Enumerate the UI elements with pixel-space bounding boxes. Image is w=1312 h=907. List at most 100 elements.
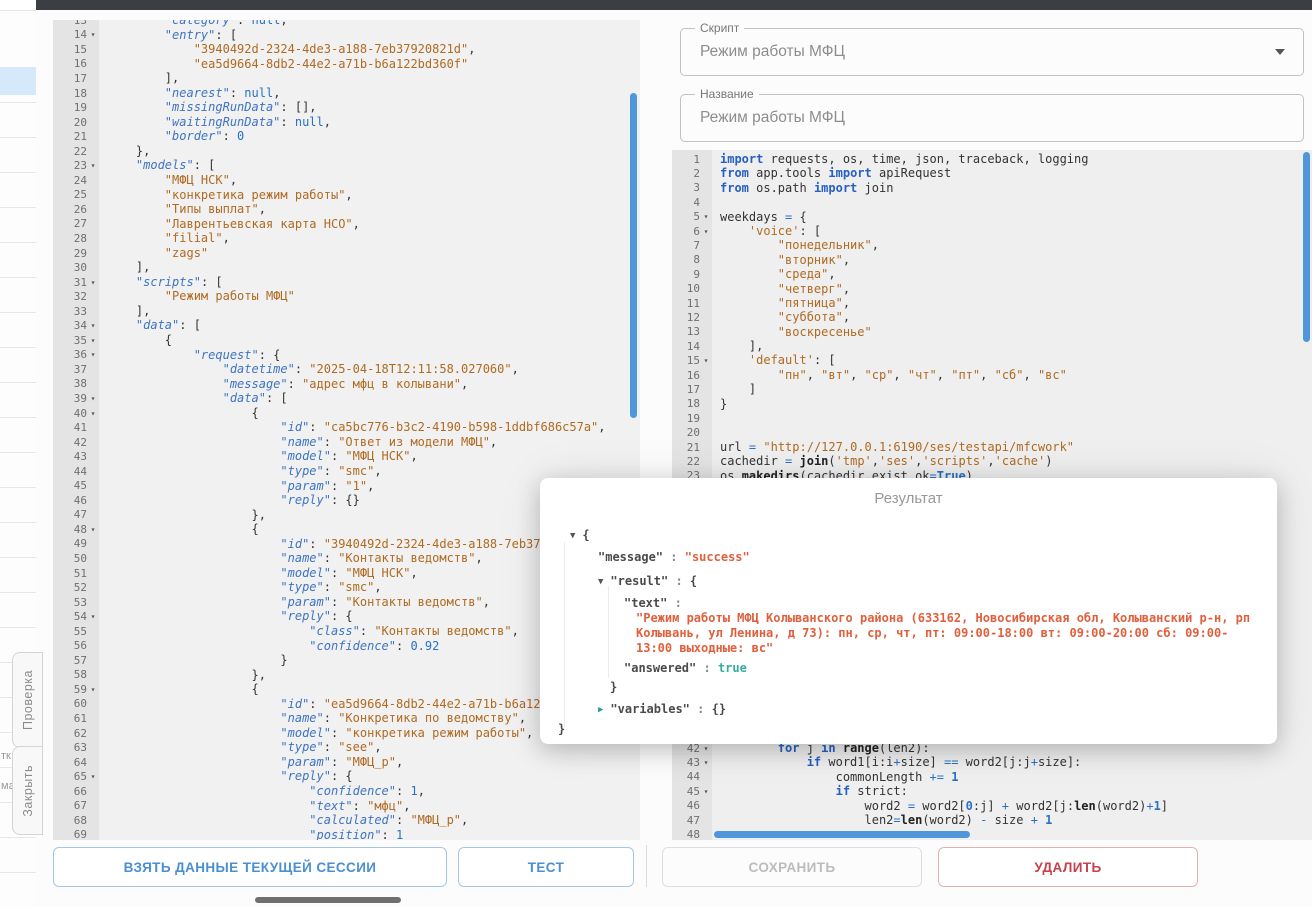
code-line: 19 "missingRunData": [], <box>53 100 640 115</box>
fold-toggle-icon[interactable]: ▾ <box>87 321 99 330</box>
fold-toggle-icon[interactable]: ▾ <box>87 350 99 359</box>
line-number: 21 <box>53 129 99 144</box>
save-button[interactable]: СОХРАНИТЬ <box>662 847 922 887</box>
tree-toggle-icon[interactable]: ▶ <box>598 705 603 715</box>
code-line: 13 "category": null, <box>53 20 640 28</box>
script-select[interactable]: Скрипт Режим работы МФЦ <box>680 28 1304 76</box>
script-name-input[interactable] <box>681 95 1303 141</box>
line-number: 47 <box>53 508 99 523</box>
code-text: "models": [ <box>99 158 215 173</box>
code-text: "ea5d9664-8db2-44e2-a71b-b6a122bd360f" <box>99 57 468 72</box>
tab-proverka-label: Проверка <box>21 670 35 730</box>
fold-toggle-icon[interactable]: ▾ <box>87 278 99 287</box>
fold-toggle-icon[interactable]: ▾ <box>87 409 99 418</box>
code-text: "name": "Ответ из модели МФЦ", <box>99 435 497 450</box>
code-line: 6▾ 'voice': [ <box>672 224 1312 238</box>
code-line: 69 "position": 1 <box>53 828 640 840</box>
code-line: 16 "ea5d9664-8db2-44e2-a71b-b6a122bd360f… <box>53 57 640 72</box>
code-line: 9 "среда", <box>672 267 1312 281</box>
line-number: 49 <box>53 537 99 552</box>
script-name-field: Название <box>680 94 1304 142</box>
code-text: from os.path import join <box>712 181 893 195</box>
line-number: 13 <box>672 325 712 339</box>
line-number: 22 <box>672 454 712 468</box>
code-text: "понедельник", <box>712 238 879 252</box>
code-text: } <box>99 653 288 668</box>
code-line: 44 "type": "smc", <box>53 464 640 479</box>
tab-proverka[interactable]: Проверка <box>12 652 43 748</box>
code-editor-horizontal-scrollbar[interactable] <box>714 831 970 838</box>
fold-toggle-icon[interactable]: ▾ <box>700 744 712 753</box>
app-window: тк ма Проверка Закрыть 13 "category": nu… <box>0 0 1312 907</box>
test-button[interactable]: ТЕСТ <box>458 847 634 887</box>
page-horizontal-scrollbar[interactable] <box>255 897 401 903</box>
code-line: 35▾ { <box>53 333 640 348</box>
background-text-fragment: тк <box>1 750 11 762</box>
line-number: 62 <box>53 726 99 741</box>
fold-toggle-icon[interactable]: ▾ <box>700 356 712 365</box>
fold-toggle-icon[interactable]: ▾ <box>87 394 99 403</box>
code-line: 1import requests, os, time, json, traceb… <box>672 152 1312 166</box>
tree-toggle-icon[interactable]: ▼ <box>598 577 603 587</box>
fold-toggle-icon[interactable]: ▾ <box>87 685 99 694</box>
code-text: "confidence": 1, <box>99 784 425 799</box>
fold-toggle-icon[interactable]: ▾ <box>87 772 99 781</box>
tree-line: ▶"variables" : {} <box>598 702 726 716</box>
take-session-data-button[interactable]: ВЗЯТЬ ДАННЫЕ ТЕКУЩЕЙ СЕССИИ <box>53 847 447 887</box>
code-line: 29 "zags" <box>53 246 640 261</box>
code-text: ], <box>712 339 763 353</box>
code-line: 46 word2 = word2[0:j] + word2[j:len(word… <box>672 799 1312 813</box>
fold-toggle-icon[interactable]: ▾ <box>700 227 712 236</box>
code-text: 'voice': [ <box>712 224 821 238</box>
tree-indent-guide <box>608 586 609 678</box>
line-number: 63 <box>53 740 99 755</box>
code-text: "data": [ <box>99 318 201 333</box>
line-number: 8 <box>672 253 712 267</box>
line-number: 37 <box>53 362 99 377</box>
fold-toggle-icon[interactable]: ▾ <box>87 161 99 170</box>
line-number: 65▾ <box>53 769 99 784</box>
delete-button[interactable]: УДАЛИТЬ <box>938 847 1198 887</box>
code-text: if word1[i:i+size] == word2[j:j+size]: <box>712 755 1081 769</box>
json-editor-vertical-scrollbar[interactable] <box>630 93 637 418</box>
code-text: { <box>99 333 172 348</box>
fold-toggle-icon[interactable]: ▾ <box>700 787 712 796</box>
line-number: 3 <box>672 181 712 195</box>
code-line: 10 "четверг", <box>672 282 1312 296</box>
code-text: "reply": {} <box>99 493 360 508</box>
line-number: 20 <box>53 115 99 130</box>
code-text: "воскресенье" <box>712 325 872 339</box>
code-text: "суббота", <box>712 310 850 324</box>
code-text: "missingRunData": [], <box>99 100 317 115</box>
code-line: 44 commonLength += 1 <box>672 770 1312 784</box>
code-text: { <box>99 682 259 697</box>
fold-toggle-icon[interactable]: ▾ <box>87 336 99 345</box>
code-text: "datetime": "2025-04-18T12:11:58.027060"… <box>99 362 519 377</box>
line-number: 28 <box>53 231 99 246</box>
code-text: len2=len(word2) - size + 1 <box>712 813 1052 827</box>
fold-toggle-icon[interactable]: ▾ <box>87 30 99 39</box>
line-number: 44 <box>672 770 712 784</box>
code-line: 13 "воскресенье" <box>672 325 1312 339</box>
fold-toggle-icon[interactable]: ▾ <box>87 612 99 621</box>
line-number: 1 <box>672 152 712 166</box>
fold-toggle-icon[interactable]: ▾ <box>87 525 99 534</box>
code-text: "zags" <box>99 246 208 261</box>
code-text: "data": [ <box>99 391 288 406</box>
result-popup-title: Результат <box>540 490 1277 507</box>
tab-zakryt[interactable]: Закрыть <box>12 746 43 835</box>
code-text <box>712 195 720 209</box>
code-line: 3from os.path import join <box>672 181 1312 195</box>
code-line: 39▾ "data": [ <box>53 391 640 406</box>
tree-line: "text" : <box>624 596 682 610</box>
code-text: "пн", "вт", "ср", "чт", "пт", "сб", "вс" <box>712 368 1067 382</box>
chevron-down-icon[interactable] <box>1275 49 1285 55</box>
tree-toggle-icon[interactable]: ▼ <box>570 531 575 541</box>
fold-toggle-icon[interactable]: ▾ <box>700 212 712 221</box>
code-line: 5▾weekdays = { <box>672 210 1312 224</box>
code-editor-vertical-scrollbar[interactable] <box>1303 152 1310 342</box>
code-line: 4 <box>672 195 1312 209</box>
fold-toggle-icon[interactable]: ▾ <box>700 758 712 767</box>
line-number: 68 <box>53 813 99 828</box>
code-text: "Типы выплат", <box>99 202 266 217</box>
